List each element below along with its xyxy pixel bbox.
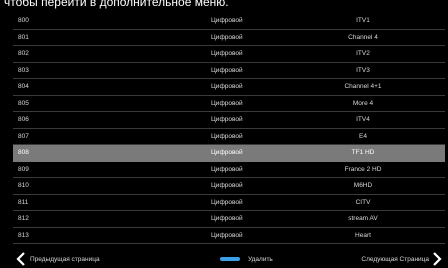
- channel-row[interactable]: 802 Цифровой ITV2: [13, 46, 445, 63]
- channel-name: Channel 4: [348, 33, 378, 41]
- channel-name: Heart: [355, 231, 371, 239]
- channel-type: Цифровой: [211, 215, 243, 222]
- channel-type: Цифровой: [211, 116, 243, 123]
- channel-row[interactable]: 811 Цифровой CITV: [13, 195, 445, 211]
- channel-type: Цифровой: [211, 132, 243, 140]
- channel-row[interactable]: 803 Цифровой ITV3: [13, 63, 445, 79]
- channel-row[interactable]: 804 Цифровой Channel 4+1: [13, 79, 445, 96]
- channel-number: 801: [18, 33, 29, 41]
- channel-name: ITV2: [356, 50, 370, 57]
- channel-number: 803: [18, 66, 29, 74]
- footer-bar: Предыдущая страница Удалить Следующая Ст…: [0, 250, 448, 268]
- channel-row[interactable]: 807 Цифровой E4: [13, 129, 445, 145]
- channel-name: ITV4: [356, 116, 370, 123]
- channel-number: 813: [18, 231, 29, 239]
- channel-row[interactable]: 809 Цифровой France 2 HD: [13, 162, 445, 178]
- channel-type: Цифровой: [211, 66, 243, 74]
- next-page-button[interactable]: Следующая Страница: [361, 250, 442, 268]
- blue-key-icon: [220, 257, 240, 261]
- channel-type: Цифровой: [211, 165, 243, 173]
- channel-number: 809: [18, 165, 29, 173]
- channel-name: M6HD: [353, 182, 373, 189]
- channel-number: 807: [18, 132, 29, 140]
- prev-page-button[interactable]: Предыдущая страница: [16, 250, 100, 268]
- channel-row[interactable]: 806 Цифровой ITV4: [13, 112, 445, 129]
- channel-number: 800: [18, 17, 29, 24]
- channel-row[interactable]: 805 Цифровой More 4: [13, 96, 445, 112]
- chevron-left-icon: [16, 252, 25, 266]
- hint-text: чтобы перейти в дополнительное меню.: [4, 0, 229, 9]
- channel-name: ITV3: [356, 66, 370, 74]
- channel-name: CITV: [355, 198, 371, 206]
- channel-name: TF1 HD: [351, 149, 375, 156]
- delete-button[interactable]: Удалить: [220, 250, 273, 268]
- channel-row[interactable]: 810 Цифровой M6HD: [13, 178, 445, 195]
- channel-type: Цифровой: [211, 149, 243, 156]
- channel-number: 802: [18, 50, 29, 57]
- channel-type: Цифровой: [211, 182, 243, 189]
- channel-list: 800 Цифровой ITV1 801 Цифровой Channel 4 802 Ци…: [13, 13, 445, 244]
- channel-row[interactable]: 800 Цифровой ITV1: [13, 13, 445, 30]
- channel-type: Цифровой: [211, 83, 243, 90]
- channel-type: Цифровой: [211, 17, 243, 24]
- channel-type: Цифровой: [211, 231, 243, 239]
- next-page-label: Следующая Страница: [361, 255, 429, 263]
- channel-list-screen: чтобы перейти в дополнительное меню. 800…: [0, 0, 448, 268]
- channel-number: 808: [18, 149, 29, 156]
- channel-number: 812: [18, 215, 29, 222]
- channel-number: 805: [18, 99, 29, 107]
- channel-number: 810: [18, 182, 29, 189]
- channel-name: France 2 HD: [344, 165, 382, 173]
- channel-name: ITV1: [356, 17, 370, 24]
- channel-name: Channel 4+1: [344, 83, 382, 90]
- channel-type: Цифровой: [211, 33, 243, 41]
- channel-number: 804: [18, 83, 29, 90]
- channel-row[interactable]: 801 Цифровой Channel 4: [13, 30, 445, 46]
- channel-name: E4: [359, 132, 367, 140]
- chevron-right-icon: [433, 252, 442, 266]
- channel-type: Цифровой: [211, 198, 243, 206]
- channel-name: More 4: [352, 99, 374, 107]
- channel-type: Цифровой: [211, 99, 243, 107]
- channel-number: 806: [18, 116, 29, 123]
- channel-number: 811: [18, 198, 29, 206]
- channel-type: Цифровой: [211, 50, 243, 57]
- channel-row[interactable]: 812 Цифровой stream AV: [13, 211, 445, 228]
- channel-name: stream AV: [348, 215, 378, 222]
- channel-row[interactable]: 813 Цифровой Heart: [13, 228, 445, 244]
- prev-page-label: Предыдущая страница: [30, 255, 100, 263]
- delete-label: Удалить: [248, 255, 273, 263]
- channel-row[interactable]: 808 Цифровой TF1 HD: [13, 145, 445, 162]
